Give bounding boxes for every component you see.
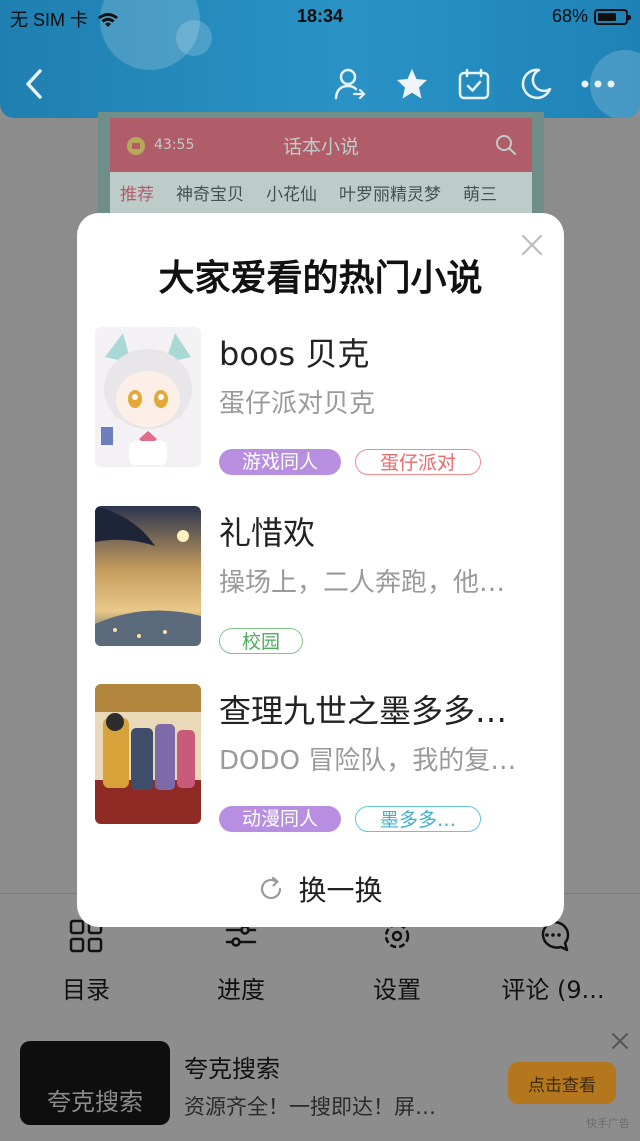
book-tags: 动漫同人 墨多多… [219,806,481,832]
book-tags: 校园 [219,628,303,654]
preview-tab: 小花仙 [266,185,317,205]
cover-art-sunset [95,506,201,646]
night-mode-button[interactable] [516,64,556,104]
preview-tabs: 推荐 神奇宝贝 小花仙 叶罗丽精灵梦 萌三 [110,172,532,213]
clock: 18:34 [296,6,344,26]
dialog-title: 大家爱看的热门小说 [158,258,483,299]
book-description: 蛋仔派对贝克 [219,389,376,419]
book-item[interactable]: 查理九世之墨多多… DODO 冒险队，我的复… 动漫同人 墨多多… [95,684,555,832]
genre-tag[interactable]: 校园 [219,628,303,654]
battery-icon [594,8,631,25]
toolbar-label: 进度 [217,976,265,1004]
book-title: 查理九世之墨多多… [219,692,508,730]
ad-thumbnail: 夸克搜索 [20,1041,170,1125]
checkin-button[interactable] [454,64,494,104]
book-cover [95,684,201,824]
toolbar-label: 评论 (9... [501,976,605,1004]
user-share-icon [334,68,366,100]
battery-group: 68% [551,6,631,27]
book-item[interactable]: boos 贝克 蛋仔派对贝克 游戏同人 蛋仔派对 [95,327,555,475]
battery-percent: 68% [551,6,588,26]
book-description: 操场上，二人奔跑，他… [219,568,506,598]
preview-screen: 43:55 话本小说 推荐 神奇宝贝 小花仙 叶罗丽精灵梦 萌三 [110,118,532,226]
star-icon [397,69,427,99]
moon-icon [521,68,552,100]
refresh-button[interactable]: 换一换 [77,869,564,909]
ad-cta-button[interactable]: 点击查看 [508,1062,616,1104]
preview-tab: 叶罗丽精灵梦 [339,185,441,205]
topic-tag[interactable]: 墨多多… [355,806,481,832]
status-bar: 无 SIM 卡 18:34 68% [0,6,640,30]
more-dots-icon [581,80,615,88]
book-item[interactable]: 礼惜欢 操场上，二人奔跑，他… 校园 [95,506,555,654]
toolbar-progress[interactable]: 进度 [186,918,296,1005]
more-button[interactable] [578,64,618,104]
book-cover [95,327,201,467]
chevron-left-icon [26,69,42,99]
toolbar-comments[interactable]: 评论 (9... [498,918,608,1005]
cover-art-chibi [95,327,201,467]
toolbar-settings[interactable]: 设置 [342,918,452,1005]
ad-thumbnail-text: 夸克搜索 [47,1088,143,1116]
ad-title: 夸克搜索 [184,1055,280,1083]
refresh-icon [261,876,282,900]
book-title: boos 贝克 [219,335,370,373]
battery-fill [598,12,616,21]
topic-tag[interactable]: 蛋仔派对 [355,449,481,475]
search-icon [496,135,516,155]
refresh-label: 换一换 [298,874,383,907]
genre-tag[interactable]: 游戏同人 [219,449,341,475]
close-icon[interactable] [610,1031,630,1051]
ad-description: 资源齐全！一搜即达！屏… [184,1095,436,1119]
calendar-check-icon [458,68,490,100]
book-description: DODO 冒险队，我的复… [219,746,517,776]
preview-tab: 萌三 [463,185,497,205]
preview-tab: 推荐 [120,185,154,205]
preview-header: 43:55 话本小说 [110,118,532,172]
cover-art-charles [95,684,201,824]
ad-banner[interactable]: 夸克搜索 夸克搜索 资源齐全！一搜即达！屏… 点击查看 快手广告 [0,1025,640,1141]
preview-title: 话本小说 [282,135,359,158]
back-button[interactable] [14,64,54,104]
book-tags: 游戏同人 蛋仔派对 [219,449,481,475]
hot-novels-dialog: 大家爱看的热门小说 boos 贝克 蛋仔派对贝克 游戏同人 蛋仔派对 礼惜欢 操… [77,213,564,927]
top-bar: 无 SIM 卡 18:34 68% [0,0,640,118]
toolbar-label: 目录 [62,976,110,1004]
book-cover [95,506,201,646]
genre-tag[interactable]: 动漫同人 [219,806,341,832]
preview-tab: 神奇宝贝 [176,185,244,205]
ad-source-label: 快手广告 [586,1117,630,1130]
favorite-button[interactable] [392,64,432,104]
share-user-button[interactable] [330,64,370,104]
toolbar-catalog[interactable]: 目录 [31,918,141,1005]
toolbar-label: 设置 [373,976,421,1004]
book-title: 礼惜欢 [219,514,316,552]
